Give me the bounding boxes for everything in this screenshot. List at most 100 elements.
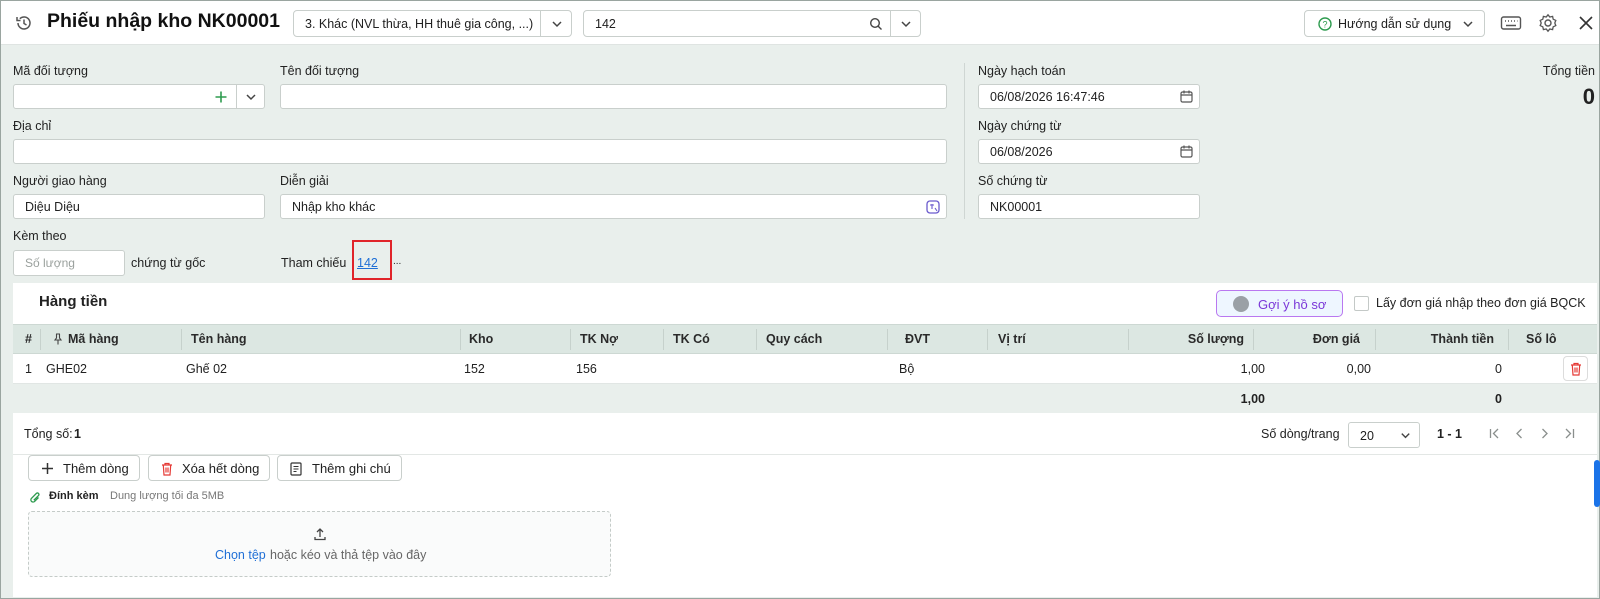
avatar bbox=[1233, 296, 1249, 312]
calendar-icon[interactable] bbox=[1180, 145, 1193, 158]
add-note-label: Thêm ghi chú bbox=[312, 461, 391, 476]
chevron-down-icon[interactable] bbox=[899, 17, 913, 31]
column-header-dvt[interactable]: ĐVT bbox=[905, 332, 930, 346]
rows-per-page-label: Số dòng/trang bbox=[1261, 427, 1340, 441]
first-page-icon[interactable] bbox=[1488, 427, 1501, 440]
column-header-vi-tri[interactable]: Vị trí bbox=[998, 332, 1026, 346]
table-header: # Mã hàng Tên hàng Kho TK Nợ TK Có Quy c… bbox=[13, 324, 1597, 354]
reference-search-value: 142 bbox=[595, 17, 616, 31]
reference-search-combo[interactable]: 142 bbox=[583, 10, 921, 37]
column-header-tk-no[interactable]: TK Nợ bbox=[580, 332, 618, 346]
page-title: Phiếu nhập kho NK00001 bbox=[47, 10, 280, 32]
add-row-label: Thêm dòng bbox=[63, 461, 129, 476]
column-header-kho[interactable]: Kho bbox=[469, 332, 493, 346]
chevron-down-icon bbox=[1401, 433, 1410, 439]
attachment-hint: Dung lượng tối đa 5MB bbox=[110, 490, 225, 502]
rows-per-page-select[interactable]: 20 bbox=[1348, 422, 1420, 448]
help-circle-icon: ? bbox=[1318, 17, 1332, 31]
so-luong-placeholder: Số lượng bbox=[25, 256, 75, 270]
nguoi-giao-hang-label: Người giao hàng bbox=[13, 174, 107, 188]
add-note-button[interactable]: Thêm ghi chú bbox=[277, 455, 402, 481]
help-button-label: Hướng dẫn sử dụng bbox=[1338, 17, 1452, 31]
next-page-icon[interactable] bbox=[1538, 427, 1551, 440]
sum-thanh-tien: 0 bbox=[1495, 392, 1502, 406]
rows-per-page-value: 20 bbox=[1360, 429, 1374, 443]
delete-all-rows-button[interactable]: Xóa hết dòng bbox=[148, 455, 270, 481]
nguoi-giao-hang-input[interactable]: Diệu Diệu bbox=[13, 194, 265, 219]
file-drop-zone[interactable]: Chọn tệp hoặc kéo và thả tệp vào đây bbox=[28, 511, 611, 577]
note-icon bbox=[290, 462, 302, 476]
column-header-thanh-tien[interactable]: Thành tiền bbox=[1431, 332, 1494, 346]
cell-ten-hang[interactable]: Ghế 02 bbox=[186, 362, 227, 376]
keyboard-icon[interactable] bbox=[1500, 13, 1522, 33]
cell-ma-hang[interactable]: GHE02 bbox=[46, 362, 87, 376]
last-page-icon[interactable] bbox=[1563, 427, 1576, 440]
ngay-hach-toan-value: 06/08/2026 16:47:46 bbox=[990, 90, 1105, 104]
ma-doi-tuong-input[interactable] bbox=[13, 84, 265, 109]
ngay-chung-tu-input[interactable]: 06/08/2026 bbox=[978, 139, 1200, 164]
tham-chieu-more[interactable]: ... bbox=[393, 256, 401, 267]
so-chung-tu-input[interactable]: NK00001 bbox=[978, 194, 1200, 219]
ten-doi-tuong-input[interactable] bbox=[280, 84, 947, 109]
search-icon[interactable] bbox=[869, 17, 883, 31]
column-header-don-gia[interactable]: Đơn giá bbox=[1313, 332, 1360, 346]
chevron-down-icon[interactable] bbox=[244, 90, 258, 104]
dien-giai-input[interactable]: Nhập kho khác bbox=[280, 194, 947, 219]
plus-icon[interactable] bbox=[214, 90, 228, 104]
total-value: 1 bbox=[74, 427, 81, 441]
so-luong-input[interactable]: Số lượng bbox=[13, 250, 125, 276]
column-header-ma-hang[interactable]: Mã hàng bbox=[68, 332, 119, 346]
dien-giai-label: Diễn giải bbox=[280, 174, 329, 188]
attachment-label: Đính kèm bbox=[49, 490, 99, 502]
delete-all-rows-label: Xóa hết dòng bbox=[182, 461, 260, 476]
dia-chi-label: Địa chỉ bbox=[13, 119, 52, 133]
voucher-type-select[interactable]: 3. Khác (NVL thừa, HH thuê gia công, ...… bbox=[293, 10, 572, 37]
drop-text: hoặc kéo và thả tệp vào đây bbox=[270, 548, 427, 562]
column-header-ten-hang[interactable]: Tên hàng bbox=[191, 332, 247, 346]
ma-doi-tuong-label: Mã đối tượng bbox=[13, 64, 88, 78]
calendar-icon[interactable] bbox=[1180, 90, 1193, 103]
nguoi-giao-hang-value: Diệu Diệu bbox=[25, 200, 80, 214]
column-header-so-lo[interactable]: Số lô bbox=[1526, 332, 1557, 346]
add-row-button[interactable]: Thêm dòng bbox=[28, 455, 140, 481]
choose-file-link[interactable]: Chọn tệp bbox=[215, 548, 266, 562]
ngay-hach-toan-input[interactable]: 06/08/2026 16:47:46 bbox=[978, 84, 1200, 109]
help-button[interactable]: ? Hướng dẫn sử dụng bbox=[1304, 10, 1485, 37]
previous-page-icon[interactable] bbox=[1513, 427, 1526, 440]
column-header-quy-cach[interactable]: Quy cách bbox=[766, 332, 822, 346]
column-header-so-luong[interactable]: Số lượng bbox=[1188, 332, 1244, 346]
sum-so-luong: 1,00 bbox=[1240, 392, 1265, 406]
pin-icon[interactable] bbox=[53, 333, 63, 345]
bqck-checkbox[interactable] bbox=[1354, 296, 1369, 311]
cell-don-gia[interactable]: 0,00 bbox=[1347, 362, 1371, 376]
cell-dvt[interactable]: Bộ bbox=[899, 362, 914, 376]
ai-translate-icon[interactable] bbox=[926, 200, 940, 214]
bqck-checkbox-label: Lấy đơn giá nhập theo đơn giá BQCK bbox=[1376, 296, 1586, 310]
scrollbar-thumb[interactable] bbox=[1594, 460, 1600, 507]
paperclip-icon bbox=[30, 492, 40, 503]
table-row[interactable]: 1 GHE02 Ghế 02 152 156 Bộ 1,00 0,00 0 bbox=[13, 354, 1597, 384]
column-header-tk-co[interactable]: TK Có bbox=[673, 332, 710, 346]
cell-tk-no[interactable]: 156 bbox=[576, 362, 597, 376]
page-header: Phiếu nhập kho NK00001 3. Khác (NVL thừa… bbox=[1, 1, 1599, 45]
kem-theo-label: Kèm theo bbox=[13, 229, 67, 243]
delete-row-button[interactable] bbox=[1563, 356, 1588, 381]
column-header-stt: # bbox=[25, 332, 32, 346]
cell-kho[interactable]: 152 bbox=[464, 362, 485, 376]
plus-icon bbox=[42, 463, 53, 474]
pager-bar: Tổng số: 1 Số dòng/trang 20 1 - 1 bbox=[13, 413, 1597, 455]
ngay-hach-toan-label: Ngày hạch toán bbox=[978, 64, 1066, 78]
tong-tien-label: Tổng tiền bbox=[1542, 64, 1595, 78]
history-icon[interactable] bbox=[14, 13, 34, 33]
close-icon[interactable] bbox=[1575, 13, 1597, 33]
dia-chi-input[interactable] bbox=[13, 139, 947, 164]
cell-thanh-tien[interactable]: 0 bbox=[1495, 362, 1502, 376]
settings-gear-icon[interactable] bbox=[1537, 13, 1559, 33]
so-chung-tu-label: Số chứng từ bbox=[978, 174, 1048, 188]
suggest-profile-button[interactable]: Gợi ý hồ sơ bbox=[1216, 290, 1343, 317]
chevron-down-icon[interactable] bbox=[550, 17, 564, 31]
voucher-type-value: 3. Khác (NVL thừa, HH thuê gia công, ...… bbox=[305, 17, 534, 31]
cell-so-luong[interactable]: 1,00 bbox=[1241, 362, 1265, 376]
tong-tien-value: 0 bbox=[1582, 84, 1595, 109]
svg-text:?: ? bbox=[1322, 20, 1327, 30]
